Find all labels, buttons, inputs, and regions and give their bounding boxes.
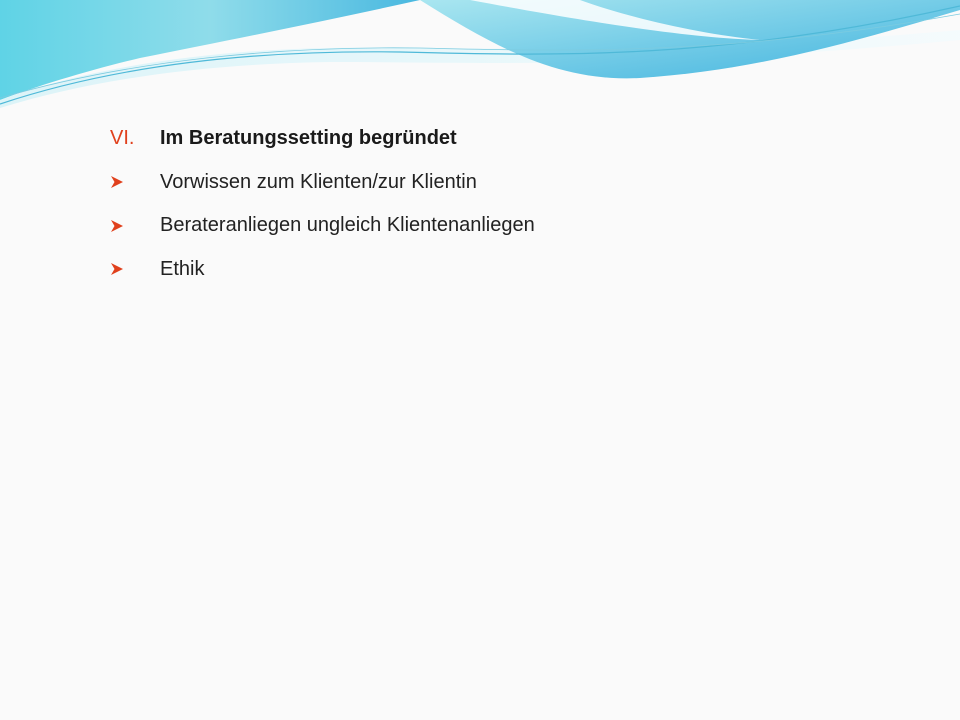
heading-number: VI. <box>110 127 135 149</box>
header-wave-decoration <box>0 0 960 108</box>
arrow-bullet-icon <box>110 219 160 233</box>
arrow-bullet-icon <box>110 175 160 189</box>
list-item: Vorwissen zum Klienten/zur Klientin <box>110 168 870 197</box>
heading-text: Im Beratungssetting begründet <box>160 127 457 149</box>
slide: VI. Im Beratungssetting begründet Vorwis… <box>0 0 960 720</box>
list-item-text: Vorwissen zum Klienten/zur Klientin <box>160 170 477 193</box>
heading-number-marker: VI. <box>110 127 160 150</box>
list-item: Ethik <box>110 255 870 284</box>
arrow-bullet-icon <box>110 262 160 276</box>
heading-row: VI. Im Beratungssetting begründet <box>110 124 870 153</box>
list-item: Berateranliegen ungleich Klientenanliege… <box>110 211 870 240</box>
list-item-text: Ethik <box>160 257 205 280</box>
list-item-text: Berateranliegen ungleich Klientenanliege… <box>160 214 535 236</box>
slide-content: VI. Im Beratungssetting begründet Vorwis… <box>110 124 870 298</box>
